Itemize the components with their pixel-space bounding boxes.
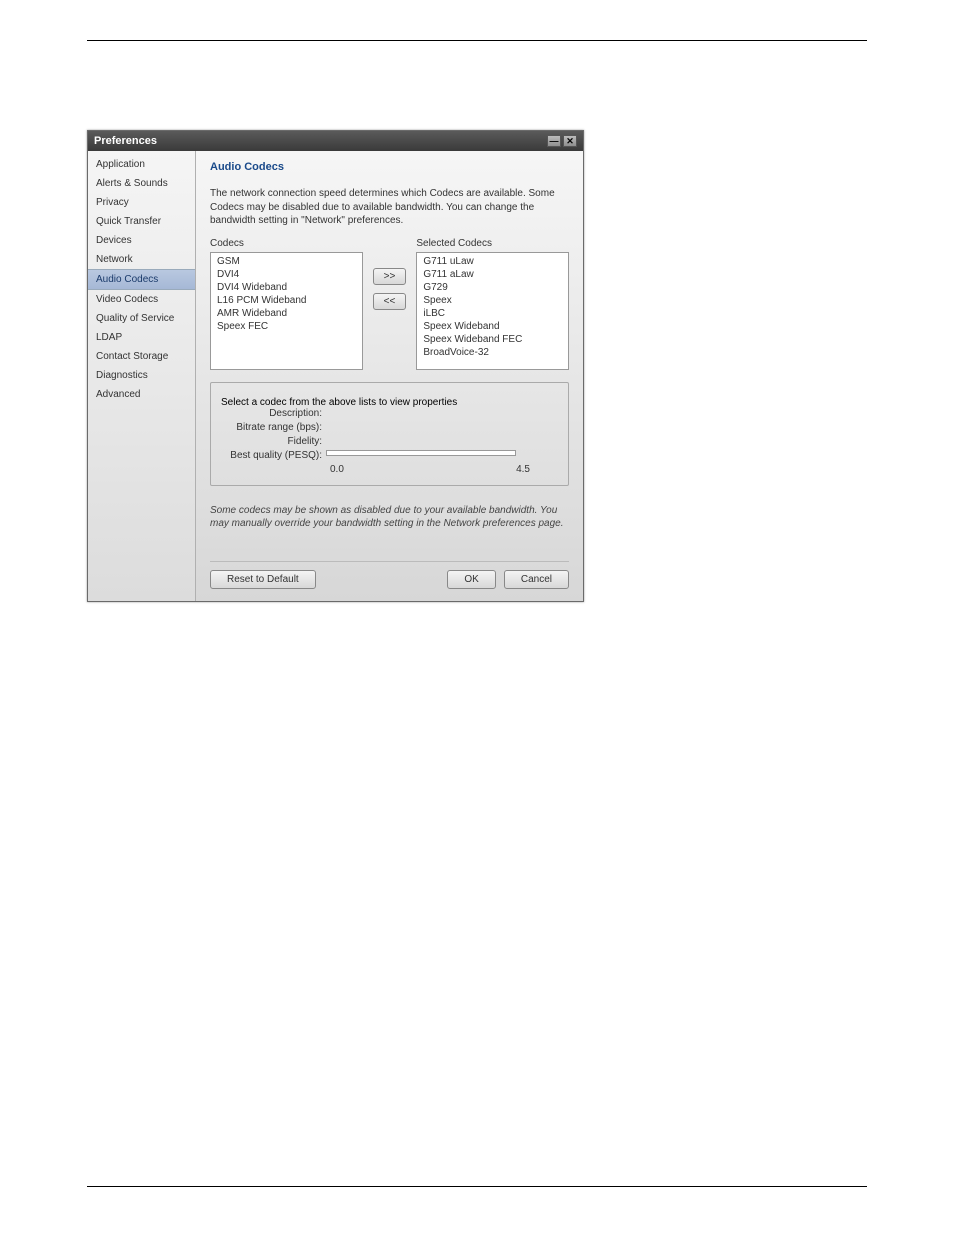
sidebar-item-diagnostics[interactable]: Diagnostics bbox=[88, 366, 195, 385]
panel-heading: Audio Codecs bbox=[210, 161, 569, 173]
list-item[interactable]: Speex bbox=[417, 294, 568, 307]
pesq-label: Best quality (PESQ): bbox=[221, 450, 326, 461]
fidelity-label: Fidelity: bbox=[221, 436, 326, 447]
sidebar-item-alerts-sounds[interactable]: Alerts & Sounds bbox=[88, 174, 195, 193]
list-item[interactable]: iLBC bbox=[417, 307, 568, 320]
list-item[interactable]: Speex Wideband bbox=[417, 320, 568, 333]
preferences-dialog: Preferences — ✕ ApplicationAlerts & Soun… bbox=[87, 130, 584, 602]
list-item[interactable]: L16 PCM Wideband bbox=[211, 294, 362, 307]
titlebar: Preferences — ✕ bbox=[88, 131, 583, 151]
list-item[interactable]: DVI4 Wideband bbox=[211, 281, 362, 294]
list-item[interactable]: G711 aLaw bbox=[417, 268, 568, 281]
list-item[interactable]: G729 bbox=[417, 281, 568, 294]
sidebar-item-quality-of-service[interactable]: Quality of Service bbox=[88, 309, 195, 328]
sidebar-item-network[interactable]: Network bbox=[88, 250, 195, 269]
bandwidth-note: Some codecs may be shown as disabled due… bbox=[210, 504, 569, 531]
content-panel: Audio Codecs The network connection spee… bbox=[196, 151, 583, 601]
list-item[interactable]: Speex Wideband FEC bbox=[417, 333, 568, 346]
close-button[interactable]: ✕ bbox=[563, 135, 577, 147]
panel-description: The network connection speed determines … bbox=[210, 187, 569, 228]
bitrate-label: Bitrate range (bps): bbox=[221, 422, 326, 433]
codecs-listbox[interactable]: GSMDVI4DVI4 WidebandL16 PCM WidebandAMR … bbox=[210, 252, 363, 370]
sidebar-item-quick-transfer[interactable]: Quick Transfer bbox=[88, 212, 195, 231]
sidebar-item-ldap[interactable]: LDAP bbox=[88, 328, 195, 347]
reset-button[interactable]: Reset to Default bbox=[210, 570, 316, 589]
scale-min: 0.0 bbox=[330, 464, 344, 475]
sidebar-item-video-codecs[interactable]: Video Codecs bbox=[88, 290, 195, 309]
cancel-button[interactable]: Cancel bbox=[504, 570, 569, 589]
minimize-button[interactable]: — bbox=[547, 135, 561, 147]
sidebar: ApplicationAlerts & SoundsPrivacyQuick T… bbox=[88, 151, 196, 601]
sidebar-item-devices[interactable]: Devices bbox=[88, 231, 195, 250]
remove-codec-button[interactable]: << bbox=[373, 293, 407, 310]
dialog-footer: Reset to Default OK Cancel bbox=[210, 561, 569, 589]
sidebar-item-advanced[interactable]: Advanced bbox=[88, 385, 195, 404]
sidebar-item-privacy[interactable]: Privacy bbox=[88, 193, 195, 212]
list-item[interactable]: G711 uLaw bbox=[417, 255, 568, 268]
ok-button[interactable]: OK bbox=[447, 570, 495, 589]
list-item[interactable]: GSM bbox=[211, 255, 362, 268]
properties-legend: Select a codec from the above lists to v… bbox=[221, 397, 558, 408]
add-codec-button[interactable]: >> bbox=[373, 268, 407, 285]
codecs-label: Codecs bbox=[210, 238, 363, 249]
window-title: Preferences bbox=[94, 135, 157, 147]
description-label: Description: bbox=[221, 408, 326, 419]
selected-codecs-listbox[interactable]: G711 uLawG711 aLawG729SpeexiLBCSpeex Wid… bbox=[416, 252, 569, 370]
sidebar-item-contact-storage[interactable]: Contact Storage bbox=[88, 347, 195, 366]
scale-max: 4.5 bbox=[516, 464, 530, 475]
codec-properties-group: Select a codec from the above lists to v… bbox=[210, 382, 569, 486]
selected-codecs-label: Selected Codecs bbox=[416, 238, 569, 249]
list-item[interactable]: DVI4 bbox=[211, 268, 362, 281]
sidebar-item-audio-codecs[interactable]: Audio Codecs bbox=[88, 269, 195, 290]
pesq-slider[interactable] bbox=[326, 450, 516, 456]
list-item[interactable]: AMR Wideband bbox=[211, 307, 362, 320]
list-item[interactable]: BroadVoice-32 bbox=[417, 346, 568, 359]
sidebar-item-application[interactable]: Application bbox=[88, 155, 195, 174]
list-item[interactable]: Speex FEC bbox=[211, 320, 362, 333]
